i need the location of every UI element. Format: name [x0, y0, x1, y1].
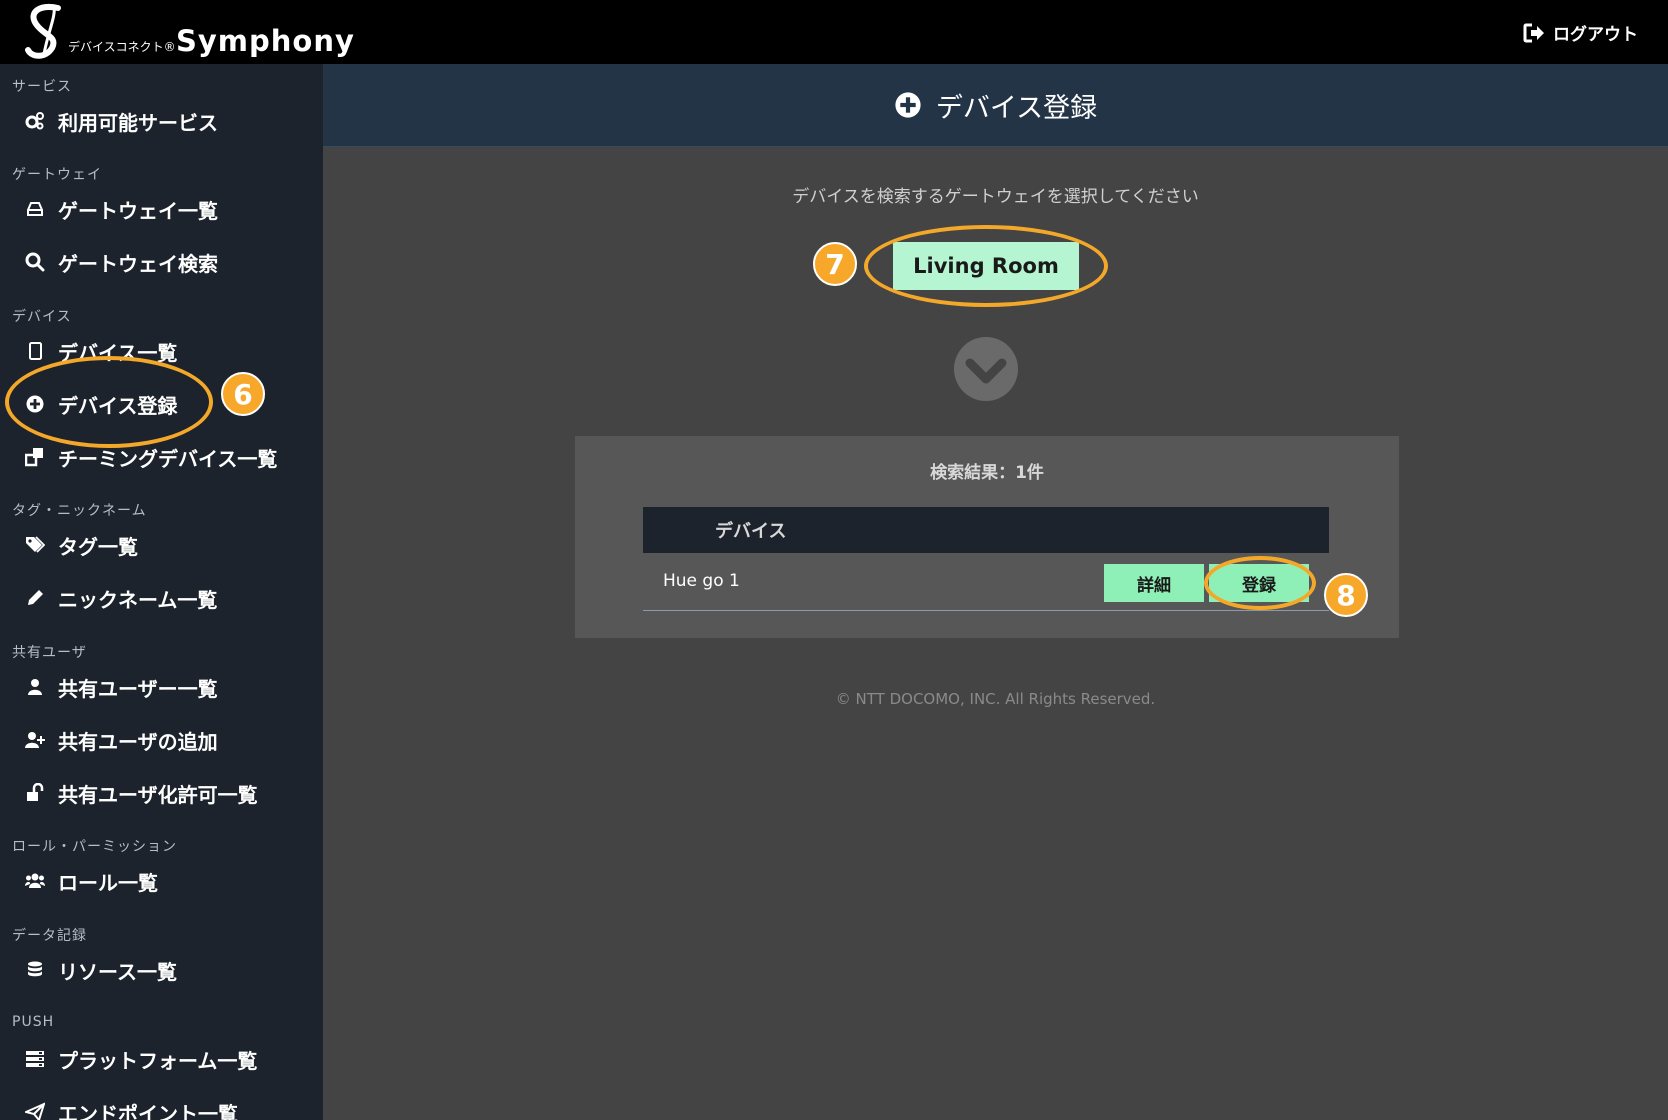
device-name: Hue go 1 [663, 571, 740, 591]
search-results-title: 検索結果：1件 [930, 463, 1044, 483]
sidebar-item-teaming-device-list[interactable]: チーミングデバイス一覧 [24, 442, 277, 472]
server-icon [24, 1048, 46, 1070]
user-plus-icon [24, 729, 46, 751]
sidebar-item-gateway-list[interactable]: ゲートウェイ一覧 [24, 194, 218, 224]
chevron-down-circle-icon [954, 337, 1018, 401]
copyright-text: © NTT DOCOMO, INC. All Rights Reserved. [835, 690, 1156, 708]
step-badge-8: 8 [1324, 573, 1368, 617]
column-header-device: デバイス [715, 521, 787, 542]
paper-plane-icon [24, 1101, 46, 1120]
sidebar-item-label: ゲートウェイ一覧 [58, 198, 218, 223]
step-badge-7: 7 [813, 242, 857, 286]
logout-label: ログアウト [1553, 25, 1638, 45]
sidebar-item-resource-list[interactable]: リソース一覧 [24, 955, 177, 985]
sidebar-section-service: サービス [12, 79, 72, 95]
top-bar: デバイスコネクト® Symphony ログアウト [0, 0, 1668, 64]
user-icon [24, 676, 46, 698]
sidebar-item-label: 共有ユーザー一覧 [58, 676, 218, 701]
database-icon [24, 959, 46, 981]
sidebar-item-add-shared-user[interactable]: 共有ユーザの追加 [24, 725, 218, 755]
sidebar-item-label: タグ一覧 [58, 534, 138, 559]
sidebar-item-label: ニックネーム一覧 [58, 587, 218, 612]
sidebar-item-shared-user-permission-list[interactable]: 共有ユーザ化許可一覧 [24, 778, 258, 808]
sidebar-item-label: ロール一覧 [58, 870, 158, 895]
pencil-icon [24, 587, 46, 609]
sidebar-item-label: 利用可能サービス [58, 110, 218, 135]
tags-icon [24, 534, 46, 556]
sign-out-icon [1523, 23, 1544, 42]
sidebar: サービス 利用可能サービス ゲートウェイ ゲートウェイ一覧 ゲートウェイ検索 デ… [0, 64, 323, 1120]
sidebar-section-gateway: ゲートウェイ [12, 167, 102, 183]
brand-name: Symphony [176, 24, 355, 58]
sidebar-section-device: デバイス [12, 309, 72, 325]
sidebar-item-shared-user-list[interactable]: 共有ユーザー一覧 [24, 672, 218, 702]
sidebar-item-label: プラットフォーム一覧 [58, 1048, 258, 1073]
page-title-text: デバイス登録 [935, 92, 1098, 124]
sidebar-item-label: リソース一覧 [58, 959, 177, 984]
page-header: デバイス登録 [323, 64, 1668, 147]
sidebar-item-endpoint-list[interactable]: エンドポイント一覧 [24, 1097, 238, 1120]
sidebar-item-label: エンドポイント一覧 [58, 1101, 238, 1120]
highlight-ellipse-6 [5, 356, 213, 448]
sidebar-section-role-permission: ロール・パーミッション [12, 839, 177, 855]
sidebar-section-shared-user: 共有ユーザ [12, 645, 87, 661]
main-content: デバイス登録 デバイスを検索するゲートウェイを選択してください Living R… [323, 64, 1668, 1120]
highlight-ellipse-8 [1204, 556, 1316, 610]
sidebar-item-label: 共有ユーザ化許可一覧 [58, 782, 258, 807]
page-title: デバイス登録 [323, 64, 1668, 146]
sidebar-section-push: PUSH [12, 1014, 55, 1030]
sidebar-item-tag-list[interactable]: タグ一覧 [24, 530, 138, 560]
sidebar-item-platform-list[interactable]: プラットフォーム一覧 [24, 1044, 257, 1074]
users-icon [24, 870, 46, 892]
tablet-icon [24, 340, 46, 362]
table-row: Hue go 1 詳細 登録 [643, 553, 1329, 611]
logout-button[interactable]: ログアウト [1523, 20, 1638, 45]
instruction-text: デバイスを検索するゲートウェイを選択してください [792, 187, 1199, 207]
hdd-icon [24, 198, 46, 220]
app-window: デバイスコネクト® Symphony ログアウト サービス 利用可能サービス ゲ… [0, 0, 1668, 1120]
sidebar-item-role-list[interactable]: ロール一覧 [24, 866, 158, 896]
plus-circle-icon [895, 92, 921, 118]
table-header: デバイス [643, 507, 1329, 553]
unlock-icon [24, 782, 46, 804]
sidebar-section-tag-nickname: タグ・ニックネーム [12, 503, 147, 519]
search-results-panel: 検索結果：1件 デバイス Hue go 1 詳細 登録 8 [575, 436, 1399, 638]
sidebar-item-label: ゲートウェイ検索 [58, 251, 218, 276]
symphony-s-icon [25, 4, 61, 59]
search-icon [24, 251, 46, 273]
sidebar-section-data-record: データ記録 [12, 928, 87, 944]
detail-button[interactable]: 詳細 [1104, 564, 1204, 602]
highlight-ellipse-7 [864, 225, 1108, 307]
brand-small-text: デバイスコネクト® [68, 40, 176, 54]
sidebar-item-available-services[interactable]: 利用可能サービス [24, 106, 218, 136]
sidebar-item-label: 共有ユーザの追加 [58, 729, 218, 754]
sidebar-item-nickname-list[interactable]: ニックネーム一覧 [24, 583, 217, 613]
step-badge-6: 6 [221, 372, 265, 416]
gears-icon [24, 110, 46, 132]
sidebar-item-gateway-search[interactable]: ゲートウェイ検索 [24, 247, 218, 277]
clone-icon [24, 446, 46, 468]
